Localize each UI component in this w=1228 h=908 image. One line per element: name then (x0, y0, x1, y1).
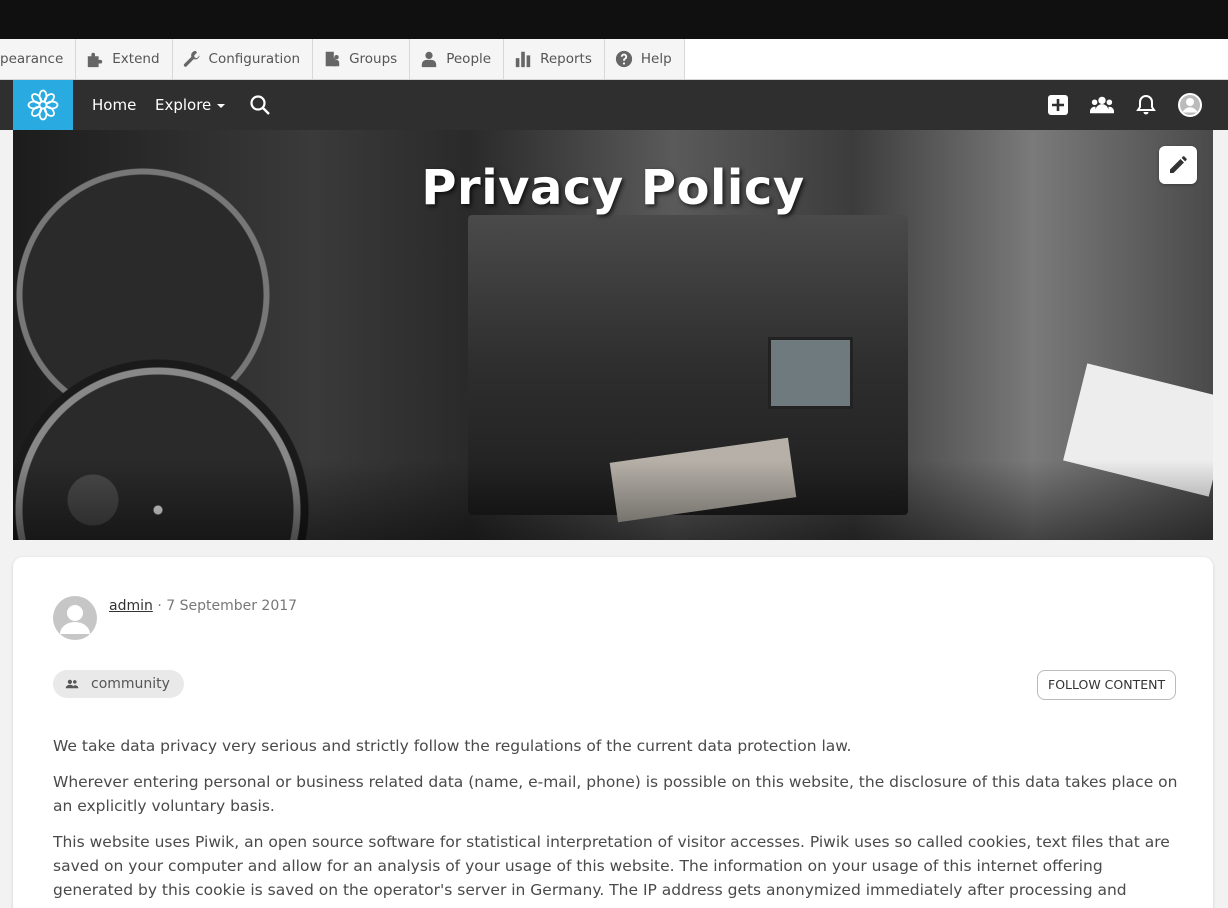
bar-chart-icon (513, 49, 533, 69)
user-profile-icon[interactable] (1178, 93, 1202, 117)
default-avatar-icon (60, 605, 90, 634)
content-card: admin · 7 September 2017 community FOLLO… (13, 557, 1213, 908)
notifications-bell-icon[interactable] (1134, 93, 1158, 117)
group-badge[interactable]: community (53, 670, 184, 698)
toolbar-item-appearance[interactable]: pearance (0, 39, 77, 79)
edit-pencil-button[interactable] (1159, 146, 1197, 184)
puzzle-icon (85, 49, 105, 69)
building-people-icon (322, 49, 342, 69)
toolbar-item-reports[interactable]: Reports (504, 39, 605, 79)
toolbar-item-help[interactable]: Help (604, 39, 685, 79)
toolbar-item-groups[interactable]: Groups (313, 39, 411, 79)
avatar[interactable] (53, 596, 97, 640)
main-navbar: Home Explore (0, 80, 1228, 130)
toolbar-item-label: Help (640, 51, 672, 67)
hero-banner: Privacy Policy (13, 130, 1213, 540)
nav-home-link[interactable]: Home (92, 80, 136, 130)
toolbar-item-label: Reports (540, 51, 592, 67)
post-date: · 7 September 2017 (157, 598, 298, 614)
search-icon[interactable] (249, 94, 271, 116)
post-meta: admin · 7 September 2017 (109, 598, 297, 614)
body-paragraph: Wherever entering personal or business r… (53, 773, 1178, 815)
body-paragraph: We take data privacy very serious and st… (53, 737, 852, 755)
page-title: Privacy Policy (421, 160, 805, 216)
nav-explore-label: Explore (155, 96, 212, 114)
toolbar-item-label: Extend (112, 51, 160, 67)
toolbar-item-extend[interactable]: Extend (76, 39, 173, 79)
flower-logo-icon (27, 89, 59, 121)
hero-background-display (768, 337, 853, 409)
author-link[interactable]: admin (109, 598, 153, 614)
admin-toolbar: pearance Extend Configuration Groups Peo… (0, 39, 1228, 80)
toolbar-item-label: People (446, 51, 492, 67)
body-paragraph: This website uses Piwik, an open source … (53, 833, 1170, 899)
browser-top-bar (0, 0, 1228, 39)
toolbar-item-label: Groups (349, 51, 398, 67)
add-content-icon[interactable] (1046, 93, 1070, 117)
groups-icon[interactable] (1090, 93, 1114, 117)
caret-down-icon (217, 103, 226, 108)
hero-shade (13, 460, 1213, 540)
toolbar-item-label: pearance (0, 51, 64, 67)
person-icon (419, 49, 439, 69)
wrench-icon (182, 49, 202, 69)
toolbar-item-label: Configuration (208, 51, 301, 67)
pencil-icon (1170, 156, 1187, 173)
group-people-icon (65, 679, 79, 689)
site-logo[interactable] (13, 80, 73, 130)
question-icon (614, 49, 634, 69)
nav-explore-dropdown[interactable]: Explore (155, 80, 226, 130)
follow-content-button[interactable]: FOLLOW CONTENT (1037, 670, 1177, 700)
group-badge-label: community (91, 676, 170, 692)
toolbar-item-people[interactable]: People (410, 39, 505, 79)
toolbar-item-configuration[interactable]: Configuration (172, 39, 314, 79)
post-body: We take data privacy very serious and st… (53, 734, 1178, 908)
